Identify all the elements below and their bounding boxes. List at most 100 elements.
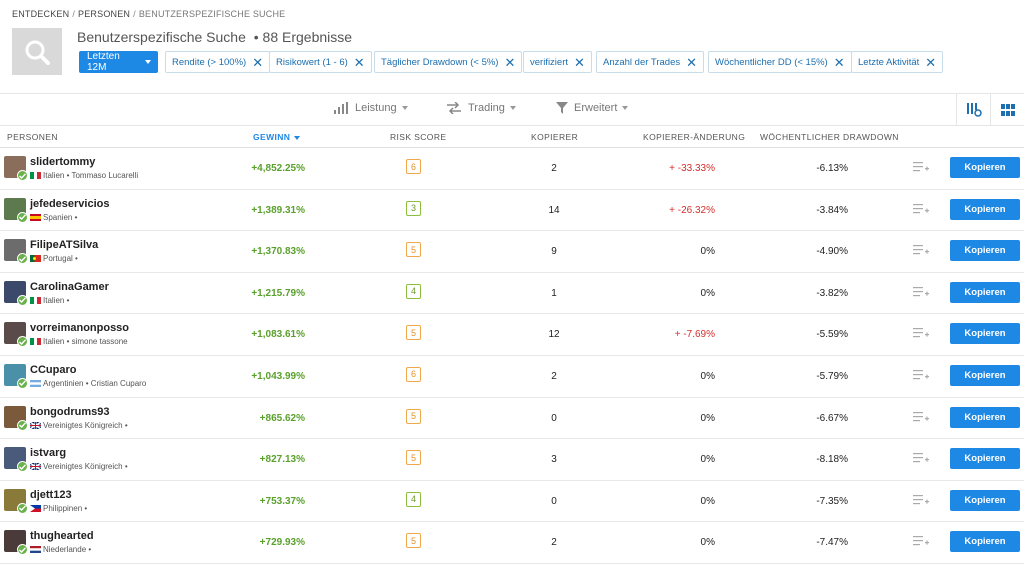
copier-change-value: 0% — [700, 246, 715, 258]
table-row[interactable]: CCuparo Argentinien • Cristian Cuparo +1… — [0, 356, 1024, 398]
weekly-drawdown-value: -7.35% — [816, 495, 848, 507]
tab-performance[interactable]: Leistung — [333, 102, 408, 114]
copy-button[interactable]: Kopieren — [950, 364, 1020, 386]
copy-button[interactable]: Kopieren — [950, 198, 1020, 220]
username[interactable]: thughearted — [30, 530, 94, 542]
user-meta: Italien • — [30, 296, 69, 305]
column-group-toolbar: Leistung Trading Erweitert — [0, 93, 1024, 126]
page-title-text: Benutzerspezifische Suche — [77, 29, 246, 45]
add-to-watchlist-icon[interactable] — [913, 411, 929, 423]
verified-badge-icon — [17, 253, 28, 265]
close-icon[interactable]: ✕ — [925, 56, 936, 69]
table-row[interactable]: thughearted Niederlande • +729.93% 5 2 0… — [0, 522, 1024, 564]
table-row[interactable]: FilipeATSilva Portugal • +1,370.83% 5 9 … — [0, 231, 1024, 273]
copy-button[interactable]: Kopieren — [950, 489, 1020, 511]
table-row[interactable]: CarolinaGamer Italien • +1,215.79% 4 1 0… — [0, 273, 1024, 315]
add-to-watchlist-icon[interactable] — [913, 203, 929, 215]
copy-button[interactable]: Kopieren — [950, 531, 1020, 553]
copiers-value: 2 — [551, 163, 557, 174]
add-to-watchlist-icon[interactable] — [913, 535, 929, 547]
col-weekly-drawdown[interactable]: WÖCHENTLICHER DRAWDOWN — [760, 132, 899, 142]
username[interactable]: CarolinaGamer — [30, 281, 109, 293]
filter-chip-return[interactable]: Rendite (> 100%) ✕ — [165, 51, 271, 73]
tab-advanced[interactable]: Erweitert — [556, 102, 629, 114]
copy-button[interactable]: Kopieren — [950, 323, 1020, 345]
add-to-watchlist-icon[interactable] — [913, 369, 929, 381]
risk-score-badge: 6 — [406, 159, 421, 174]
grid-icon — [1000, 103, 1015, 116]
risk-score-badge: 5 — [406, 408, 421, 424]
username[interactable]: vorreimanonposso — [30, 322, 129, 334]
filter-chip-last-activity[interactable]: Letzte Aktivität ✕ — [851, 51, 944, 73]
username[interactable]: slidertommy — [30, 156, 95, 168]
copy-button[interactable]: Kopieren — [950, 157, 1020, 178]
add-to-watchlist-icon[interactable] — [913, 161, 929, 173]
copiers-value: 0 — [551, 495, 557, 507]
weekly-drawdown-value: -5.59% — [816, 329, 848, 341]
add-to-watchlist-icon[interactable] — [913, 244, 929, 256]
search-icon — [25, 40, 50, 65]
gain-value: +827.13% — [259, 454, 305, 466]
add-to-watchlist-icon[interactable] — [913, 286, 929, 298]
verified-badge-icon — [17, 461, 28, 473]
country-flag-icon — [30, 213, 41, 221]
col-copier-change[interactable]: KOPIERER-ÄNDERUNG — [643, 132, 745, 142]
filter-chip-weekly-dd[interactable]: Wöchentlicher DD (< 15%) ✕ — [708, 51, 852, 73]
risk-score-badge: 5 — [406, 242, 421, 258]
breadcrumb-discover[interactable]: ENTDECKEN — [12, 9, 69, 19]
country-flag-icon — [30, 463, 41, 471]
table-row[interactable]: bongodrums93 Vereinigtes Königreich • +8… — [0, 398, 1024, 440]
add-to-watchlist-icon[interactable] — [913, 327, 929, 339]
table-row[interactable]: istvarg Vereinigtes Königreich • +827.13… — [0, 439, 1024, 481]
username[interactable]: djett123 — [30, 489, 72, 501]
col-people[interactable]: PERSONEN — [7, 132, 58, 142]
user-meta: Italien • simone tassone — [30, 337, 128, 346]
copier-change-value: 0% — [700, 412, 715, 424]
close-icon[interactable]: ✕ — [574, 56, 585, 69]
add-to-watchlist-icon[interactable] — [913, 494, 929, 506]
close-icon[interactable]: ✕ — [834, 56, 845, 69]
col-copiers[interactable]: KOPIERER — [531, 132, 578, 142]
username[interactable]: istvarg — [30, 447, 66, 459]
filter-chip-risk[interactable]: Risikowert (1 - 6) ✕ — [269, 51, 372, 73]
close-icon[interactable]: ✕ — [354, 56, 365, 69]
table-row[interactable]: jefedeservicios Spanien • +1,389.31% 3 1… — [0, 190, 1024, 232]
close-icon[interactable]: ✕ — [252, 56, 263, 69]
copy-button[interactable]: Kopieren — [950, 448, 1020, 470]
result-count: • 88 Ergebnisse — [253, 29, 353, 45]
table-header: PERSONEN GEWINN RISK SCORE KOPIERER KOPI… — [0, 126, 1024, 148]
close-icon[interactable]: ✕ — [504, 56, 515, 69]
breadcrumb-people[interactable]: PERSONEN — [78, 9, 130, 19]
results-table: slidertommy Italien • Tommaso Lucarelli … — [0, 148, 1024, 564]
weekly-drawdown-value: -3.84% — [816, 204, 848, 216]
filter-chip-trades[interactable]: Anzahl der Trades ✕ — [596, 51, 705, 73]
risk-score-badge: 5 — [406, 450, 421, 466]
period-dropdown[interactable]: Letzten 12M — [79, 51, 158, 73]
tab-performance-label: Leistung — [355, 102, 397, 114]
col-gain[interactable]: GEWINN — [253, 132, 301, 142]
table-row[interactable]: vorreimanonposso Italien • simone tasson… — [0, 314, 1024, 356]
tab-trading[interactable]: Trading — [446, 102, 516, 114]
grid-view-toggle[interactable] — [990, 94, 1024, 125]
username[interactable]: bongodrums93 — [30, 406, 109, 418]
filter-chip-verified[interactable]: verifiziert ✕ — [523, 51, 592, 73]
gain-value: +1,370.83% — [251, 246, 305, 258]
col-risk-score[interactable]: RISK SCORE — [390, 132, 446, 142]
username[interactable]: jefedeservicios — [30, 198, 110, 210]
table-row[interactable]: slidertommy Italien • Tommaso Lucarelli … — [0, 148, 1024, 190]
filter-chip-daily-drawdown[interactable]: Täglicher Drawdown (< 5%) ✕ — [374, 51, 523, 73]
list-view-settings-toggle[interactable] — [956, 94, 990, 125]
username[interactable]: CCuparo — [30, 364, 76, 376]
country-flag-icon — [30, 338, 41, 346]
close-icon[interactable]: ✕ — [686, 56, 697, 69]
copy-button[interactable]: Kopieren — [950, 406, 1020, 428]
copy-button[interactable]: Kopieren — [950, 281, 1020, 303]
list-settings-icon — [966, 102, 982, 117]
gain-value: +865.62% — [259, 412, 305, 424]
table-row[interactable]: djett123 Philippinen • +753.37% 4 0 0% -… — [0, 481, 1024, 523]
copy-button[interactable]: Kopieren — [950, 240, 1020, 262]
country-flag-icon — [30, 296, 41, 304]
user-meta: Italien • Tommaso Lucarelli — [30, 171, 138, 180]
add-to-watchlist-icon[interactable] — [913, 452, 929, 464]
username[interactable]: FilipeATSilva — [30, 239, 98, 251]
